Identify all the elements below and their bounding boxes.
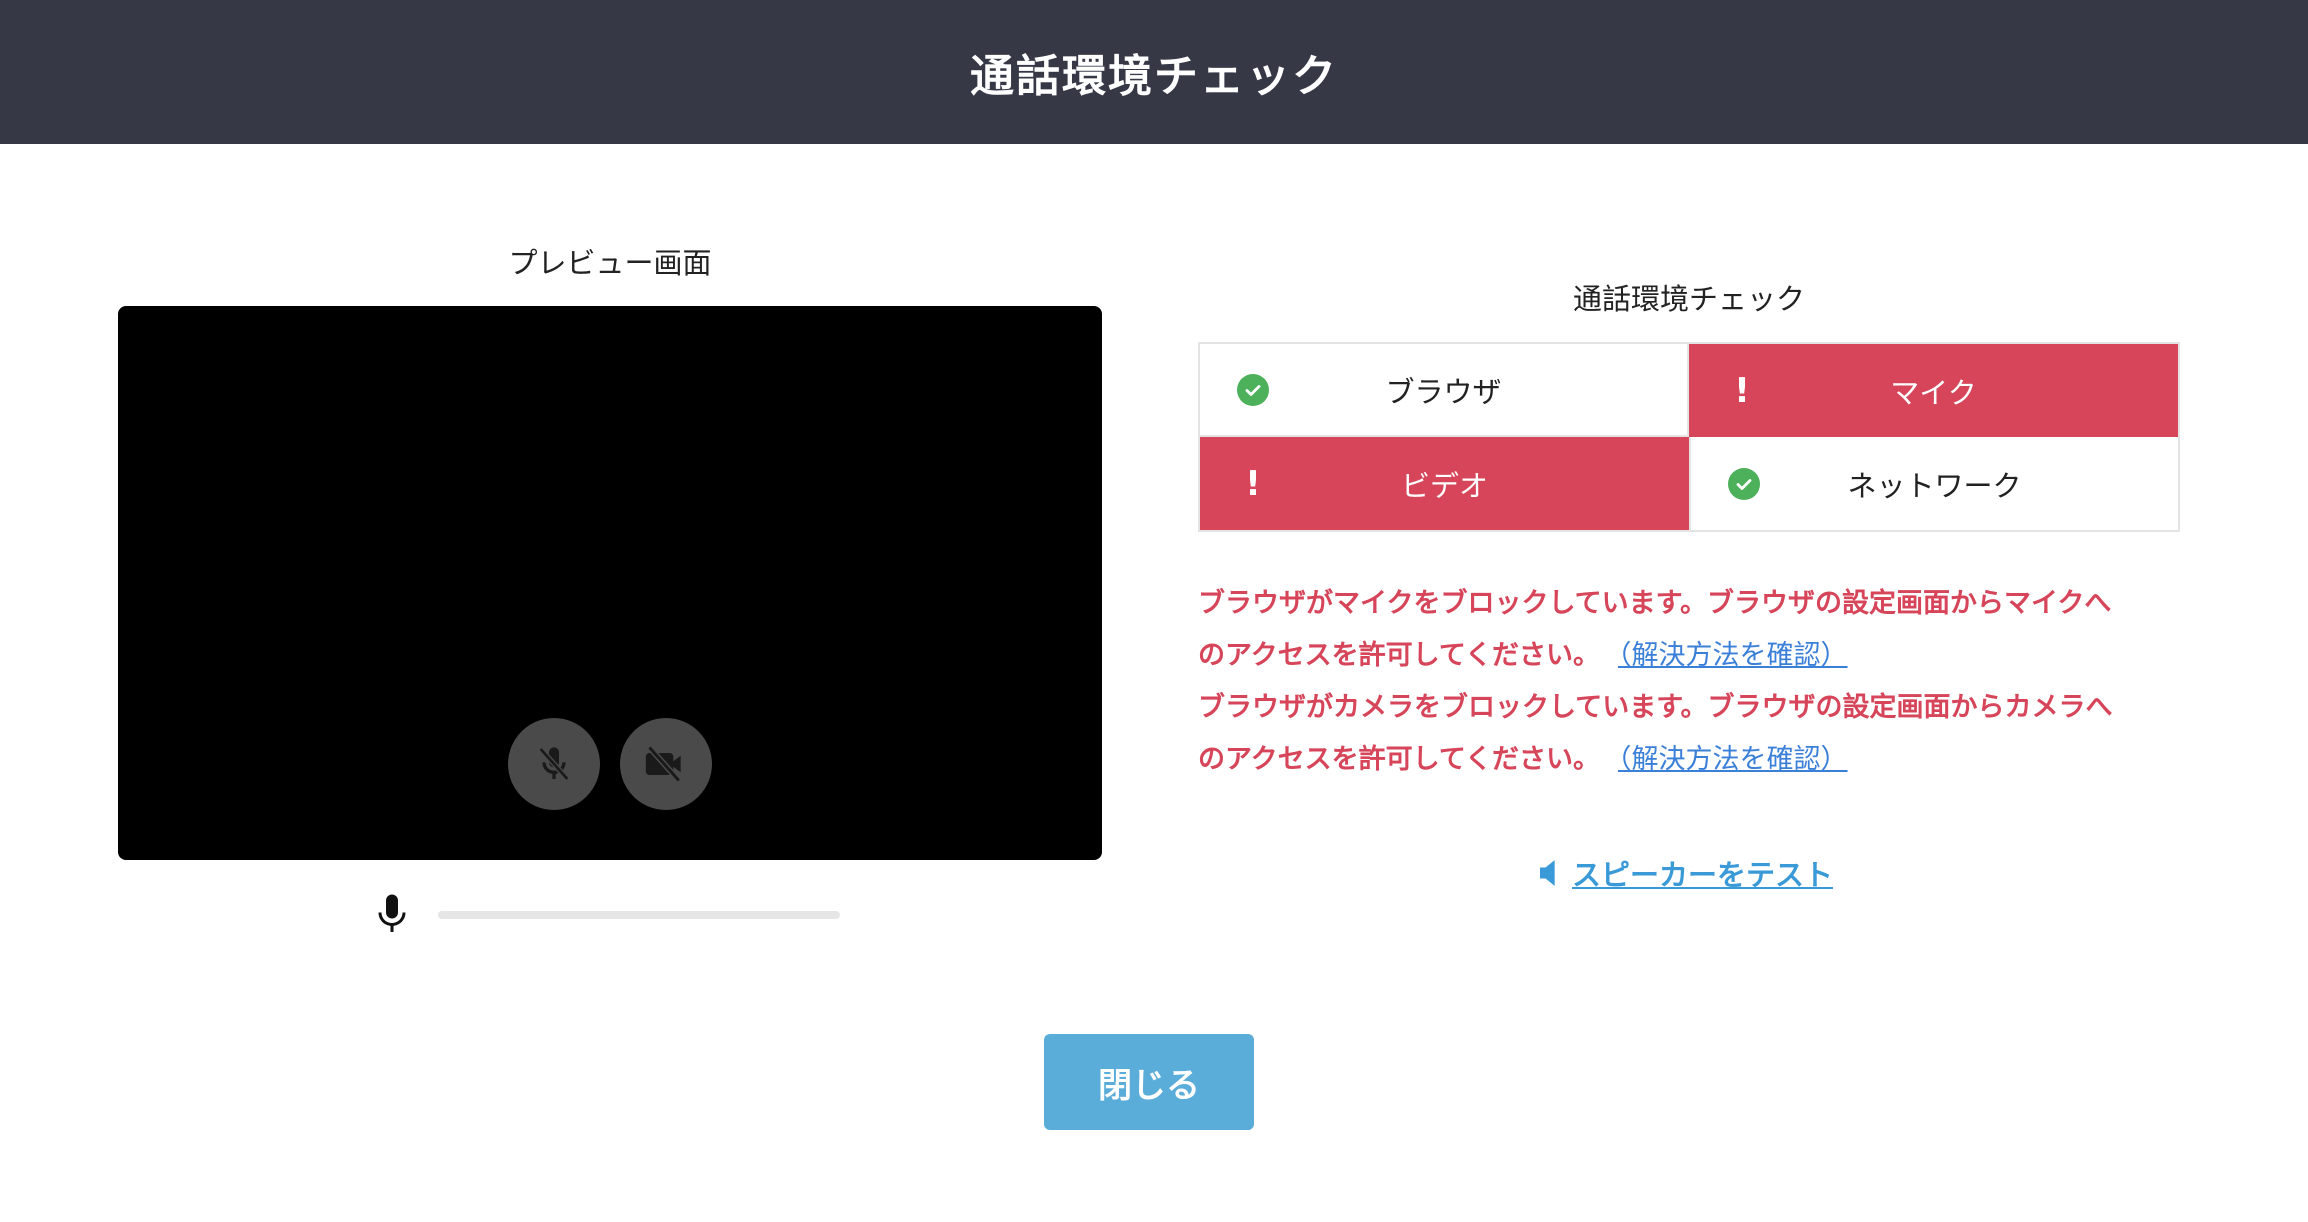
check-title: 通話環境チェック [1572, 282, 1805, 316]
exclamation-icon: ! [1245, 463, 1261, 504]
camera-solution-link[interactable]: （解決方法を確認） [1618, 744, 1848, 775]
camera-toggle-button[interactable] [620, 718, 712, 810]
camera-off-icon [645, 745, 682, 783]
check-item-label: マイク [1890, 375, 1977, 410]
check-item-browser: ブラウザ [1200, 344, 1689, 437]
mic-error-message: ブラウザがマイクをブロックしています。ブラウザの設定画面からマイクへ のアクセス… [1198, 588, 2112, 671]
check-status-grid: ブラウザ ! マイク ! ビデオ ネットワーク [1198, 342, 2180, 532]
check-circle-icon [1727, 467, 1761, 501]
check-item-label: ネットワーク [1847, 468, 2022, 503]
mic-level-meter [438, 911, 840, 919]
video-preview [118, 306, 1102, 860]
camera-error-message: ブラウザがカメラをブロックしています。ブラウザの設定画面からカメラへ のアクセス… [1198, 692, 2113, 775]
close-button[interactable]: 閉じる [1044, 1034, 1254, 1130]
exclamation-icon: ! [1734, 370, 1750, 411]
check-circle-icon [1236, 373, 1270, 407]
preview-title: プレビュー画面 [508, 246, 712, 280]
header-bar: 通話環境チェック [0, 0, 2308, 144]
mic-toggle-button[interactable] [508, 718, 600, 810]
page-title: 通話環境チェック [970, 51, 1338, 102]
mic-solution-link[interactable]: （解決方法を確認） [1618, 640, 1848, 671]
mic-icon [378, 894, 406, 932]
check-item-label: ブラウザ [1385, 374, 1502, 409]
check-item-mic: ! マイク [1689, 344, 2178, 437]
speaker-icon [1540, 860, 1555, 886]
speaker-test-link[interactable]: スピーカーをテスト [1540, 852, 1833, 894]
check-item-network: ネットワーク [1689, 437, 2178, 530]
error-messages: ブラウザがマイクをブロックしています。ブラウザの設定画面からマイクへ のアクセス… [1198, 578, 2198, 786]
mic-off-icon [538, 747, 570, 781]
check-item-video: ! ビデオ [1200, 437, 1689, 530]
check-item-label: ビデオ [1400, 468, 1488, 503]
speaker-test-label: スピーカーをテスト [1572, 858, 1834, 892]
